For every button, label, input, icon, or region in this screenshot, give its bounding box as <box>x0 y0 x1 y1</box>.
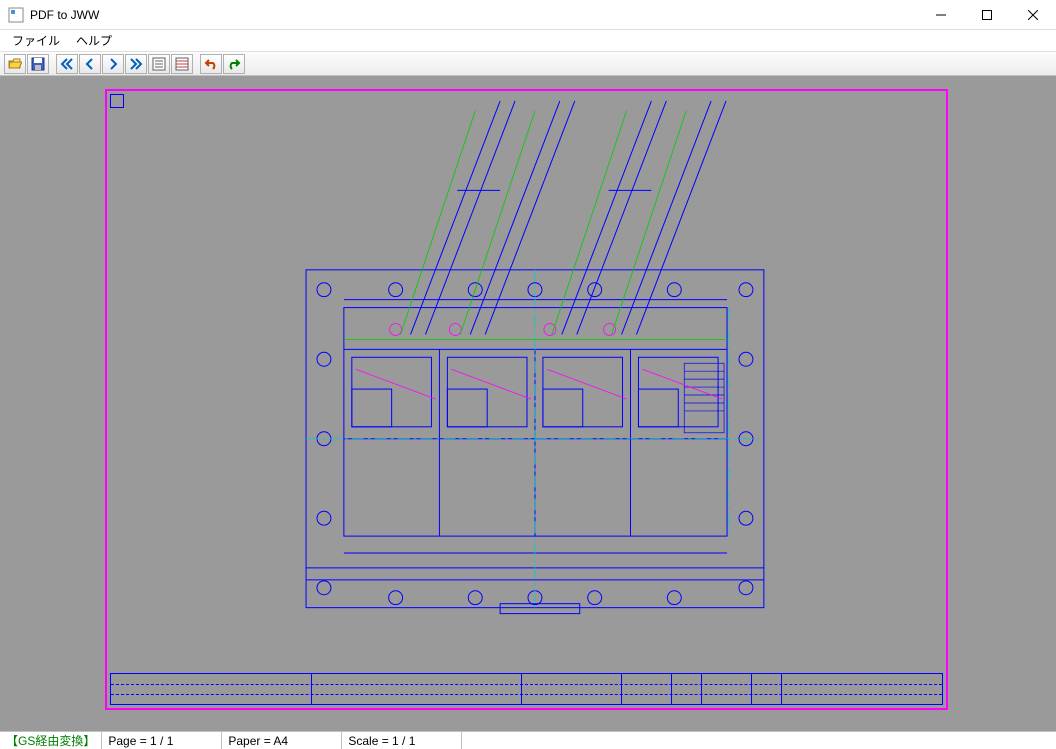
save-button[interactable] <box>27 54 49 74</box>
menubar: ファイル ヘルプ <box>0 30 1056 52</box>
first-page-button[interactable] <box>56 54 78 74</box>
status-scale: Scale = 1 / 1 <box>342 732 462 749</box>
app-icon <box>8 7 24 23</box>
last-page-button[interactable] <box>125 54 147 74</box>
statusbar: 【GS経由変換】 Page = 1 / 1 Paper = A4 Scale =… <box>0 731 1056 749</box>
undo-button[interactable] <box>200 54 222 74</box>
status-paper: Paper = A4 <box>222 732 342 749</box>
close-button[interactable] <box>1010 0 1056 29</box>
titlebar: PDF to JWW <box>0 0 1056 30</box>
window-title: PDF to JWW <box>30 8 918 22</box>
maximize-button[interactable] <box>964 0 1010 29</box>
open-button[interactable] <box>4 54 26 74</box>
settings-button[interactable] <box>171 54 193 74</box>
page-frame <box>105 89 948 710</box>
minimize-button[interactable] <box>918 0 964 29</box>
toolbar <box>0 52 1056 76</box>
redo-button[interactable] <box>223 54 245 74</box>
prev-page-button[interactable] <box>79 54 101 74</box>
cad-drawing <box>107 91 946 708</box>
canvas-viewport[interactable] <box>0 76 1056 731</box>
menu-file[interactable]: ファイル <box>4 30 68 51</box>
menu-help[interactable]: ヘルプ <box>68 30 120 51</box>
window-controls <box>918 0 1056 29</box>
status-mode: 【GS経由変換】 <box>0 732 102 749</box>
list-button[interactable] <box>148 54 170 74</box>
status-page: Page = 1 / 1 <box>102 732 222 749</box>
next-page-button[interactable] <box>102 54 124 74</box>
